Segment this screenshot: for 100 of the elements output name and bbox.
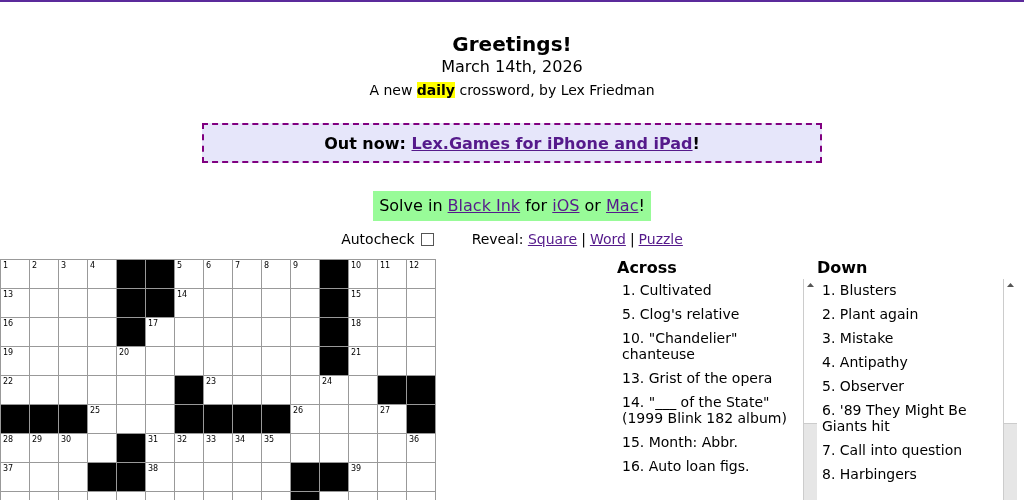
grid-square[interactable]: 18: [349, 318, 378, 347]
clue-item[interactable]: 16. Auto loan figs.: [622, 458, 803, 474]
grid-square[interactable]: 29: [30, 434, 59, 463]
clue-number: 27: [380, 406, 391, 415]
grid-square[interactable]: 8: [262, 260, 291, 289]
clue-number: 13: [3, 290, 14, 299]
grid-square[interactable]: 32: [175, 434, 204, 463]
clue-item[interactable]: 5. Observer: [822, 378, 1003, 394]
app-link[interactable]: Black Ink: [447, 196, 521, 215]
clue-number: 35: [264, 435, 275, 444]
clue-item[interactable]: 10. "Chandelier" chanteuse: [622, 330, 803, 362]
clue-number: 24: [322, 377, 333, 386]
reveal-link[interactable]: Square: [527, 231, 578, 247]
clue-number: 37: [3, 464, 14, 473]
grid-square[interactable]: 13: [1, 289, 30, 318]
clue-number: 4: [90, 261, 96, 270]
clue-number: 6: [206, 261, 212, 270]
grid-square[interactable]: 7: [233, 260, 262, 289]
clue-number: 8: [264, 261, 270, 270]
clue-number: 5: [177, 261, 183, 270]
grid-square[interactable]: 23: [204, 376, 233, 405]
clue-item[interactable]: 1. Cultivated: [622, 282, 803, 298]
clue-item[interactable]: 8. Harbingers: [822, 466, 1003, 482]
grid-square[interactable]: 35: [262, 434, 291, 463]
clue-item[interactable]: 15. Month: Abbr.: [622, 434, 803, 450]
clue-item[interactable]: 2. Plant again: [822, 306, 1003, 322]
clue-item[interactable]: 5. Clog's relative: [622, 306, 803, 322]
app-link[interactable]: Lex.Games for iPhone and iPad: [411, 133, 693, 153]
clue-number: 23: [206, 377, 217, 386]
grid-square[interactable]: 10: [349, 260, 378, 289]
clue-item[interactable]: 7. Call into question: [822, 442, 1003, 458]
clue-item[interactable]: 1. Blusters: [822, 282, 1003, 298]
grid-square[interactable]: 12: [407, 260, 436, 289]
separator-text: |: [581, 231, 586, 247]
grid-square[interactable]: 1: [1, 260, 30, 289]
clue-number: 18: [351, 319, 362, 328]
announcement-text: Out now: Lex.Games for iPhone and iPad!: [324, 133, 700, 153]
grid-square[interactable]: 3: [59, 260, 88, 289]
clue-number: 22: [3, 377, 14, 386]
clue-item[interactable]: 6. '89 They Might Be Giants hit: [822, 402, 1003, 434]
grid-square[interactable]: 17: [146, 318, 175, 347]
grid-square[interactable]: 19: [1, 347, 30, 376]
clue-item[interactable]: 14. "___ of the State" (1999 Blink 182 album): [622, 394, 803, 426]
clue-heading: Across: [617, 259, 678, 277]
clue-number: 28: [3, 435, 14, 444]
clue-number: 29: [32, 435, 43, 444]
grid-square[interactable]: 26: [291, 405, 320, 434]
grid-square[interactable]: 36: [407, 434, 436, 463]
clue-number: 25: [90, 406, 101, 415]
grid-square[interactable]: 14: [175, 289, 204, 318]
clue-number: 3: [61, 261, 67, 270]
grid-square[interactable]: 6: [204, 260, 233, 289]
grid-square[interactable]: 24: [320, 376, 349, 405]
grid-square[interactable]: 31: [146, 434, 175, 463]
grid-square[interactable]: 25: [88, 405, 117, 434]
page-title: Greetings!: [452, 32, 572, 56]
grid-square[interactable]: 5: [175, 260, 204, 289]
clue-number: 39: [351, 464, 362, 473]
clue-heading: Down: [817, 259, 869, 277]
clue-item[interactable]: 4. Antipathy: [822, 354, 1003, 370]
grid-square[interactable]: 27: [378, 405, 407, 434]
clue-number: 14: [177, 290, 188, 299]
grid-square[interactable]: 20: [117, 347, 146, 376]
reveal-link[interactable]: Word: [589, 231, 626, 247]
grid-square[interactable]: 4: [88, 260, 117, 289]
grid-square[interactable]: 2: [30, 260, 59, 289]
grid-square[interactable]: 38: [146, 463, 175, 492]
clue-number: 16: [3, 319, 14, 328]
separator-text: |: [629, 231, 635, 247]
clue-number: 21: [351, 348, 362, 357]
grid-square[interactable]: 33: [204, 434, 233, 463]
reveal-link[interactable]: Puzzle: [638, 231, 683, 247]
clue-number: 7: [235, 261, 241, 270]
clue-number: 11: [380, 261, 391, 270]
clue-number: 36: [409, 435, 420, 444]
autocheck-label: Autocheck: [341, 231, 415, 247]
grid-square[interactable]: 16: [1, 318, 30, 347]
grid-square[interactable]: 37: [1, 463, 30, 492]
grid-square[interactable]: 28: [1, 434, 30, 463]
clue-number: 34: [235, 435, 246, 444]
grid-square[interactable]: 11: [378, 260, 407, 289]
grid-square[interactable]: 21: [349, 347, 378, 376]
reveal-label: Reveal:: [471, 231, 524, 247]
grid-square[interactable]: 30: [59, 434, 88, 463]
byline-text: A new daily crossword, by Lex Friedman: [369, 81, 655, 99]
grid-square[interactable]: 39: [349, 463, 378, 492]
grid-square[interactable]: 34: [233, 434, 262, 463]
clue-number: 19: [3, 348, 14, 357]
clue-number: 17: [148, 319, 159, 328]
grid-square[interactable]: 9: [291, 260, 320, 289]
clue-item[interactable]: 3. Mistake: [822, 330, 1003, 346]
clue-number: 20: [119, 348, 130, 357]
clue-number: 32: [177, 435, 188, 444]
clue-item[interactable]: 13. Grist of the opera: [622, 370, 803, 386]
app-link[interactable]: Mac: [606, 196, 639, 215]
grid-square[interactable]: 22: [1, 376, 30, 405]
clue-number: 1: [3, 261, 9, 270]
clue-number: 9: [293, 261, 299, 270]
grid-square[interactable]: 15: [349, 289, 378, 318]
app-link[interactable]: iOS: [552, 196, 580, 215]
